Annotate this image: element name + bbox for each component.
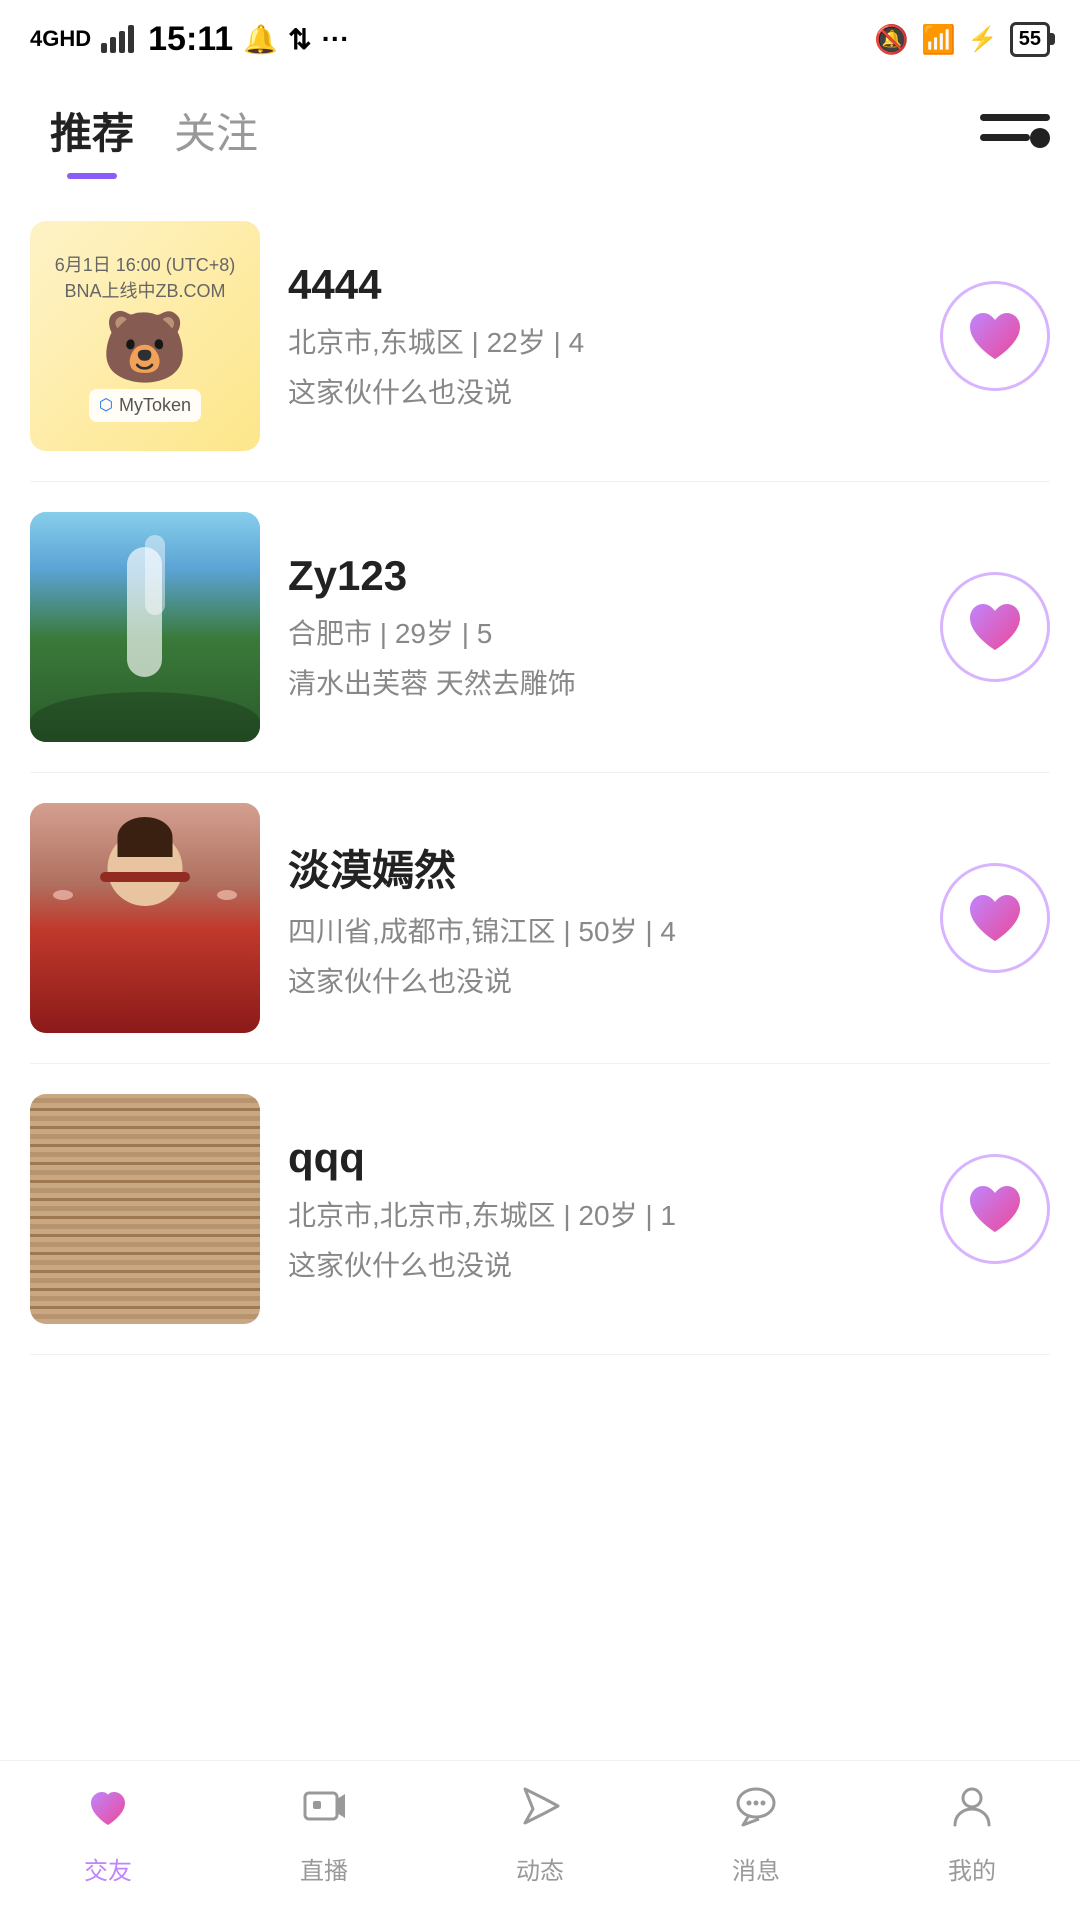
nav-item-mine[interactable]: 我的 [864, 1781, 1080, 1886]
user-bio: 这家伙什么也没说 [288, 371, 912, 411]
nav-label-moments: 动态 [516, 1851, 564, 1886]
like-button[interactable] [940, 1154, 1050, 1264]
ad-text: MyToken [119, 395, 191, 416]
nav-label-live: 直播 [300, 1851, 348, 1886]
like-button[interactable] [940, 863, 1050, 973]
notification-icon: 🔔 [243, 23, 278, 56]
live-icon [299, 1781, 349, 1843]
like-button[interactable] [940, 572, 1050, 682]
user-name: qqq [288, 1134, 912, 1182]
nav-item-messages[interactable]: 消息 [648, 1781, 864, 1886]
status-left: 4GHD 15:11 🔔 ⇅ ··· [30, 20, 350, 59]
user-avatar[interactable] [30, 512, 260, 742]
messages-icon [731, 1781, 781, 1843]
nav-label-mine: 我的 [948, 1851, 996, 1886]
user-meta: 合肥市 | 29岁 | 5 [288, 612, 912, 652]
bottom-nav: 交友 直播 动态 消息 [0, 1760, 1080, 1920]
filter-circle [1030, 128, 1050, 148]
user-avatar[interactable] [30, 803, 260, 1033]
battery: 55 [1010, 22, 1050, 57]
user-avatar[interactable] [30, 1094, 260, 1324]
user-card: 淡漠嫣然 四川省,成都市,锦江区 | 50岁 | 4 这家伙什么也没说 [30, 773, 1050, 1064]
more-icon: ··· [322, 23, 350, 55]
user-bio: 这家伙什么也没说 [288, 960, 912, 1000]
user-bio: 清水出芙蓉 天然去雕饰 [288, 662, 912, 702]
user-card: Zy123 合肥市 | 29岁 | 5 清水出芙蓉 天然去雕饰 [30, 482, 1050, 773]
nav-item-live[interactable]: 直播 [216, 1781, 432, 1886]
time: 15:11 [148, 20, 233, 59]
user-list: 6月1日 16:00 (UTC+8)BNA上线中ZB.COM 🐻 ⬡ MyTok… [0, 171, 1080, 1771]
nav-label-messages: 消息 [732, 1851, 780, 1886]
status-bar: 4GHD 15:11 🔔 ⇅ ··· 🔕 📶 ⚡ 55 [0, 0, 1080, 70]
user-name: Zy123 [288, 552, 912, 600]
lightning-icon: ⚡ [968, 25, 998, 54]
mute-icon: 🔕 [874, 23, 909, 56]
user-bio: 这家伙什么也没说 [288, 1244, 912, 1284]
user-meta: 北京市,东城区 | 22岁 | 4 [288, 321, 912, 361]
header: 推荐 关注 [0, 70, 1080, 171]
user-meta: 北京市,北京市,东城区 | 20岁 | 1 [288, 1194, 912, 1234]
mine-icon [947, 1781, 997, 1843]
user-info: qqq 北京市,北京市,东城区 | 20岁 | 1 这家伙什么也没说 [288, 1134, 912, 1284]
signal-bars [101, 25, 134, 53]
nav-item-moments[interactable]: 动态 [432, 1781, 648, 1886]
tab-underline [67, 173, 117, 179]
status-right: 🔕 📶 ⚡ 55 [874, 22, 1050, 57]
wifi-icon: 📶 [921, 23, 956, 56]
moments-icon [515, 1781, 565, 1843]
user-card: 6月1日 16:00 (UTC+8)BNA上线中ZB.COM 🐻 ⬡ MyTok… [30, 191, 1050, 482]
user-name: 淡漠嫣然 [288, 837, 912, 898]
like-button[interactable] [940, 281, 1050, 391]
user-name: 4444 [288, 261, 912, 309]
tab-recommended[interactable]: 推荐 [30, 90, 154, 171]
user-meta: 四川省,成都市,锦江区 | 50岁 | 4 [288, 910, 912, 950]
filter-line-2 [980, 134, 1030, 141]
user-info: Zy123 合肥市 | 29岁 | 5 清水出芙蓉 天然去雕饰 [288, 552, 912, 702]
user-card: qqq 北京市,北京市,东城区 | 20岁 | 1 这家伙什么也没说 [30, 1064, 1050, 1355]
user-avatar[interactable]: 6月1日 16:00 (UTC+8)BNA上线中ZB.COM 🐻 ⬡ MyTok… [30, 221, 260, 451]
filter-line-1 [980, 114, 1050, 121]
tab-following[interactable]: 关注 [154, 90, 278, 171]
network-type: 4GHD [30, 26, 91, 52]
nav-label-friends: 交友 [84, 1851, 132, 1886]
user-info: 4444 北京市,东城区 | 22岁 | 4 这家伙什么也没说 [288, 261, 912, 411]
usb-icon: ⇅ [288, 23, 311, 56]
friends-icon [83, 1781, 133, 1843]
user-info: 淡漠嫣然 四川省,成都市,锦江区 | 50岁 | 4 这家伙什么也没说 [288, 837, 912, 1000]
nav-item-friends[interactable]: 交友 [0, 1781, 216, 1886]
filter-button[interactable] [980, 106, 1050, 156]
